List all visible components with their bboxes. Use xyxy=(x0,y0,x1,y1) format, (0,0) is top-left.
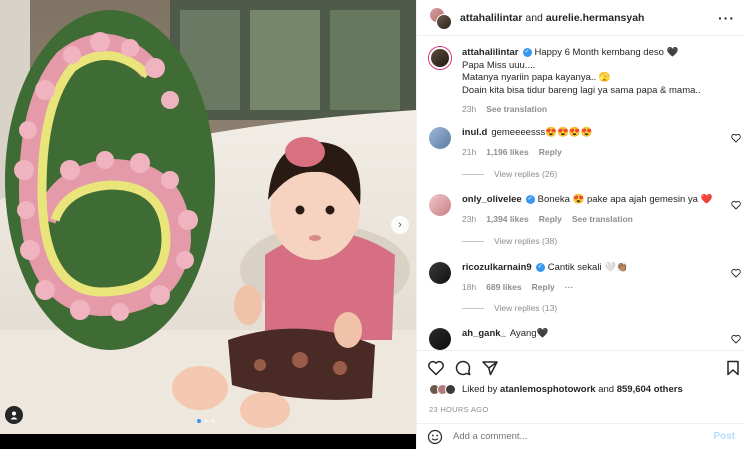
like-comment-heart-icon[interactable] xyxy=(731,200,741,210)
like-comment-heart-icon[interactable] xyxy=(731,334,741,344)
caption-line: Happy 6 Month kembang deso 🖤 xyxy=(534,47,679,58)
post-photo xyxy=(0,0,416,434)
post-comment-button[interactable]: Post xyxy=(713,431,735,442)
post-panel: attahalilintar and aurelie.hermansyah ··… xyxy=(416,0,745,449)
comment-username[interactable]: only_olivelee xyxy=(462,194,522,205)
save-bookmark-icon[interactable] xyxy=(724,359,742,377)
caption-line: Doain kita bisa tidur bareng lagi ya sam… xyxy=(462,84,701,96)
reply-button[interactable]: Reply xyxy=(539,146,562,159)
post-date: 23 HOURS AGO xyxy=(429,405,489,414)
post-header: attahalilintar and aurelie.hermansyah ··… xyxy=(417,0,745,36)
view-replies[interactable]: View replies (26) xyxy=(462,169,557,179)
comment-input[interactable] xyxy=(453,431,714,442)
comment-text: Cantik sekali 🤍👏🏽 xyxy=(547,262,628,273)
comment-more-icon[interactable]: ··· xyxy=(565,281,574,294)
verified-icon: ✓ xyxy=(522,47,532,57)
comment-avatar[interactable] xyxy=(429,262,451,284)
like-heart-icon[interactable] xyxy=(427,359,445,377)
see-translation-link[interactable]: See translation xyxy=(486,103,547,116)
like-comment-heart-icon[interactable] xyxy=(731,268,741,278)
likes-count[interactable]: 859,604 others xyxy=(617,384,683,395)
liker-avatar xyxy=(445,384,456,395)
header-user1[interactable]: attahalilintar xyxy=(460,12,522,24)
comment-item: ricozulkarnain9 ✓ Cantik sekali 🤍👏🏽 18h 68… xyxy=(429,262,737,293)
user-icon xyxy=(10,411,18,420)
view-replies[interactable]: View replies (38) xyxy=(462,236,557,246)
comment-item: only_olivelee ✓ Boneka 😍 pake apa ajah gem… xyxy=(429,194,737,225)
reply-button[interactable]: Reply xyxy=(539,213,562,226)
reply-button[interactable]: Reply xyxy=(532,281,555,294)
caption-line: Matanya nyariin papa kayanya.. 🫣 xyxy=(462,72,611,83)
carousel-dot xyxy=(204,419,208,423)
header-connector: and xyxy=(525,11,543,24)
header-avatar[interactable] xyxy=(429,6,452,30)
liked-by-label: Liked by xyxy=(462,384,498,395)
comment-composer: Post xyxy=(417,423,745,449)
more-options-icon[interactable]: ··· xyxy=(718,10,735,26)
comment-likes[interactable]: 689 likes xyxy=(486,281,521,294)
see-translation-link[interactable]: See translation xyxy=(572,213,633,226)
emoji-icon[interactable] xyxy=(427,429,443,445)
comment-time: 21h xyxy=(462,146,477,157)
next-image-button[interactable]: › xyxy=(391,216,409,234)
comment-text: Ayang🖤 xyxy=(509,328,549,339)
caption-line: Papa Miss uuu.... xyxy=(462,59,536,71)
comment-username[interactable]: inul.d xyxy=(462,127,487,138)
caption-avatar[interactable] xyxy=(429,47,451,69)
comment-icon[interactable] xyxy=(454,359,472,377)
comment-username[interactable]: ricozulkarnain9 xyxy=(462,262,532,273)
caption-username[interactable]: attahalilintar xyxy=(462,47,519,58)
baby-photo xyxy=(0,0,416,434)
comment-avatar[interactable] xyxy=(429,328,451,350)
carousel-dots xyxy=(197,419,215,423)
caption: attahalilintar ✓ Happy 6 Month kembang des… xyxy=(429,47,737,116)
likes-summary: Liked by atanlemosphotowork and 859,604 … xyxy=(429,384,737,395)
verified-icon: ✓ xyxy=(525,194,535,204)
share-icon[interactable] xyxy=(481,359,499,377)
comment-username[interactable]: ah_gank_ xyxy=(462,328,506,339)
comment-item: inul.d gemeeeesss😍😍😍😍 21h 1,196 likes Rep… xyxy=(429,127,737,158)
chevron-right-icon: › xyxy=(398,219,402,231)
comment-avatar[interactable] xyxy=(429,127,451,149)
carousel-dot xyxy=(211,419,215,423)
comment-text: gemeeeesss😍😍😍😍 xyxy=(491,127,593,138)
liked-by-user[interactable]: atanlemosphotowork xyxy=(500,384,596,395)
header-user2[interactable]: aurelie.hermansyah xyxy=(546,12,645,24)
caption-time: 23h xyxy=(462,104,477,114)
tagged-users-button[interactable] xyxy=(5,406,23,424)
comment-time: 18h xyxy=(462,281,477,292)
action-bar xyxy=(417,350,745,380)
comment-avatar[interactable] xyxy=(429,194,451,216)
comments-scroll[interactable]: attahalilintar ✓ Happy 6 Month kembang des… xyxy=(417,37,745,350)
comment-text: Boneka 😍 pake apa ajah gemesin ya ❤️ xyxy=(537,194,713,205)
comment-item: ah_gank_ Ayang🖤 xyxy=(429,328,737,350)
comment-likes[interactable]: 1,196 likes xyxy=(486,146,529,159)
verified-icon: ✓ xyxy=(535,262,545,272)
media-bottom-strip xyxy=(0,434,416,449)
view-replies[interactable]: View replies (13) xyxy=(462,303,557,313)
comment-time: 23h xyxy=(462,213,477,224)
liked-by-and: and xyxy=(598,384,615,395)
carousel-dot xyxy=(197,419,201,423)
header-users: attahalilintar and aurelie.hermansyah xyxy=(460,12,718,24)
post-media: › xyxy=(0,0,416,449)
like-comment-heart-icon[interactable] xyxy=(731,133,741,143)
comment-likes[interactable]: 1,394 likes xyxy=(486,213,529,226)
